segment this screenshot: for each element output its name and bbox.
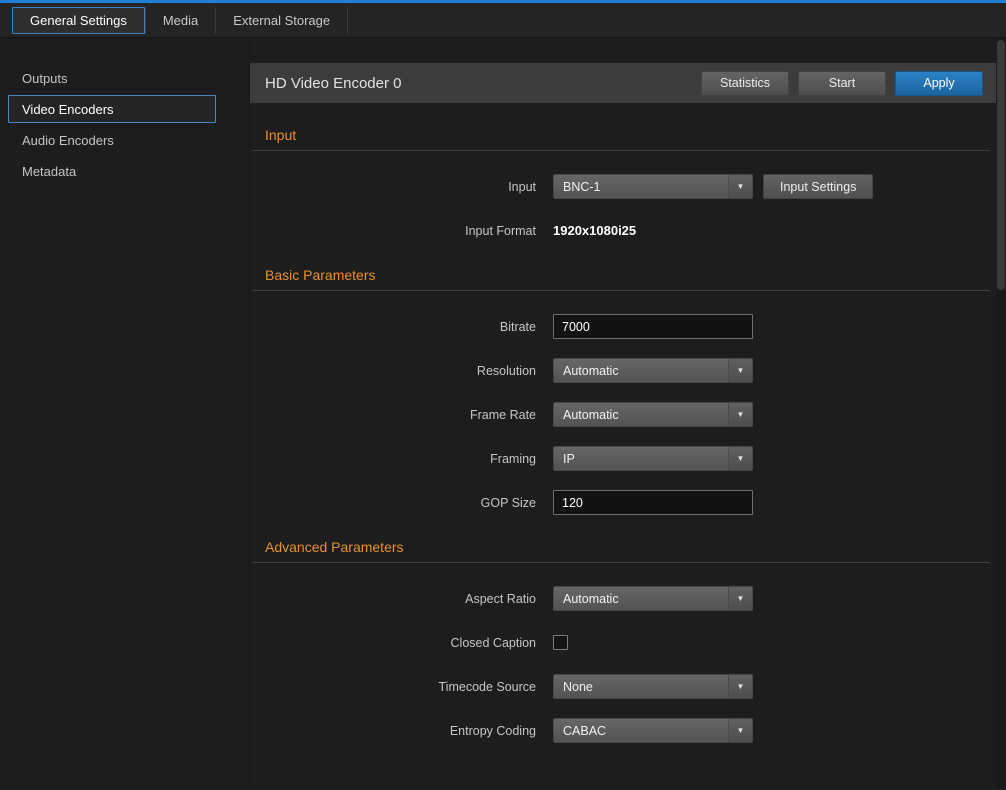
gop-size-row: GOP Size bbox=[250, 490, 996, 515]
section-title-input: Input bbox=[265, 127, 996, 143]
frame-rate-label: Frame Rate bbox=[250, 408, 536, 422]
section-title-basic-parameters: Basic Parameters bbox=[265, 267, 996, 283]
chevron-down-icon: ▼ bbox=[728, 403, 752, 426]
framing-select[interactable]: IP ▼ bbox=[553, 446, 753, 471]
aspect-ratio-select-value: Automatic bbox=[563, 592, 619, 606]
gop-size-input[interactable] bbox=[553, 490, 753, 515]
encoder-header: HD Video Encoder 0 Statistics Start Appl… bbox=[250, 63, 996, 103]
timecode-source-label: Timecode Source bbox=[250, 680, 536, 694]
input-format-row: Input Format 1920x1080i25 bbox=[250, 218, 996, 243]
sidebar-item-label: Video Encoders bbox=[22, 102, 114, 117]
bitrate-input[interactable] bbox=[553, 314, 753, 339]
scrollbar[interactable] bbox=[996, 38, 1006, 789]
header-actions: Statistics Start Apply bbox=[701, 71, 983, 96]
input-section-form: Input BNC-1 ▼ Input Settings Input Forma… bbox=[250, 174, 996, 243]
gop-size-label: GOP Size bbox=[250, 496, 536, 510]
input-row: Input BNC-1 ▼ Input Settings bbox=[250, 174, 996, 199]
timecode-source-select-value: None bbox=[563, 680, 593, 694]
tab-media[interactable]: Media bbox=[145, 7, 215, 34]
advanced-parameters-form: Aspect Ratio Automatic ▼ Closed Caption … bbox=[250, 586, 996, 743]
scrollbar-thumb[interactable] bbox=[997, 40, 1005, 290]
closed-caption-label: Closed Caption bbox=[250, 636, 536, 650]
chevron-down-icon: ▼ bbox=[728, 447, 752, 470]
tab-general-settings[interactable]: General Settings bbox=[12, 7, 145, 34]
tab-label: External Storage bbox=[233, 13, 330, 28]
chevron-down-icon: ▼ bbox=[728, 359, 752, 382]
sidebar-item-video-encoders[interactable]: Video Encoders bbox=[8, 95, 216, 123]
input-select-value: BNC-1 bbox=[563, 180, 601, 194]
frame-rate-select-value: Automatic bbox=[563, 408, 619, 422]
section-divider bbox=[252, 290, 990, 291]
framing-label: Framing bbox=[250, 452, 536, 466]
section-divider bbox=[252, 562, 990, 563]
apply-button[interactable]: Apply bbox=[895, 71, 983, 96]
chevron-down-icon: ▼ bbox=[728, 719, 752, 742]
chevron-down-icon: ▼ bbox=[728, 175, 752, 198]
aspect-ratio-row: Aspect Ratio Automatic ▼ bbox=[250, 586, 996, 611]
frame-rate-select[interactable]: Automatic ▼ bbox=[553, 402, 753, 427]
entropy-coding-select-value: CABAC bbox=[563, 724, 606, 738]
sidebar-item-label: Audio Encoders bbox=[22, 133, 114, 148]
closed-caption-checkbox[interactable] bbox=[553, 635, 568, 650]
bitrate-row: Bitrate bbox=[250, 314, 996, 339]
entropy-coding-select[interactable]: CABAC ▼ bbox=[553, 718, 753, 743]
aspect-ratio-label: Aspect Ratio bbox=[250, 592, 536, 606]
section-divider bbox=[252, 150, 990, 151]
tab-label: General Settings bbox=[30, 13, 127, 28]
page-title: HD Video Encoder 0 bbox=[265, 75, 401, 92]
timecode-source-row: Timecode Source None ▼ bbox=[250, 674, 996, 699]
chevron-down-icon: ▼ bbox=[728, 675, 752, 698]
entropy-coding-row: Entropy Coding CABAC ▼ bbox=[250, 718, 996, 743]
bitrate-label: Bitrate bbox=[250, 320, 536, 334]
main-panel: HD Video Encoder 0 Statistics Start Appl… bbox=[250, 38, 1006, 789]
closed-caption-row: Closed Caption bbox=[250, 630, 996, 655]
input-format-label: Input Format bbox=[250, 224, 536, 238]
resolution-row: Resolution Automatic ▼ bbox=[250, 358, 996, 383]
statistics-button[interactable]: Statistics bbox=[701, 71, 789, 96]
sidebar: Outputs Video Encoders Audio Encoders Me… bbox=[0, 38, 250, 789]
sidebar-item-metadata[interactable]: Metadata bbox=[0, 157, 249, 185]
entropy-coding-label: Entropy Coding bbox=[250, 724, 536, 738]
basic-parameters-form: Bitrate Resolution Automatic ▼ Frame Rat… bbox=[250, 314, 996, 515]
input-label: Input bbox=[250, 180, 536, 194]
chevron-down-icon: ▼ bbox=[728, 587, 752, 610]
frame-rate-row: Frame Rate Automatic ▼ bbox=[250, 402, 996, 427]
sidebar-item-audio-encoders[interactable]: Audio Encoders bbox=[0, 126, 249, 154]
tab-label: Media bbox=[163, 13, 198, 28]
sidebar-item-label: Outputs bbox=[22, 71, 68, 86]
page-body: Outputs Video Encoders Audio Encoders Me… bbox=[0, 38, 1006, 789]
framing-row: Framing IP ▼ bbox=[250, 446, 996, 471]
input-format-value: 1920x1080i25 bbox=[553, 223, 636, 238]
start-button[interactable]: Start bbox=[798, 71, 886, 96]
tab-external-storage[interactable]: External Storage bbox=[215, 7, 348, 34]
resolution-select-value: Automatic bbox=[563, 364, 619, 378]
aspect-ratio-select[interactable]: Automatic ▼ bbox=[553, 586, 753, 611]
top-tab-bar: General Settings Media External Storage bbox=[0, 3, 1006, 38]
resolution-label: Resolution bbox=[250, 364, 536, 378]
input-settings-button[interactable]: Input Settings bbox=[763, 174, 873, 199]
resolution-select[interactable]: Automatic ▼ bbox=[553, 358, 753, 383]
sidebar-item-label: Metadata bbox=[22, 164, 76, 179]
encoder-settings-content: HD Video Encoder 0 Statistics Start Appl… bbox=[250, 63, 996, 743]
sidebar-item-outputs[interactable]: Outputs bbox=[0, 64, 249, 92]
timecode-source-select[interactable]: None ▼ bbox=[553, 674, 753, 699]
section-title-advanced-parameters: Advanced Parameters bbox=[265, 539, 996, 555]
input-select[interactable]: BNC-1 ▼ bbox=[553, 174, 753, 199]
framing-select-value: IP bbox=[563, 452, 575, 466]
